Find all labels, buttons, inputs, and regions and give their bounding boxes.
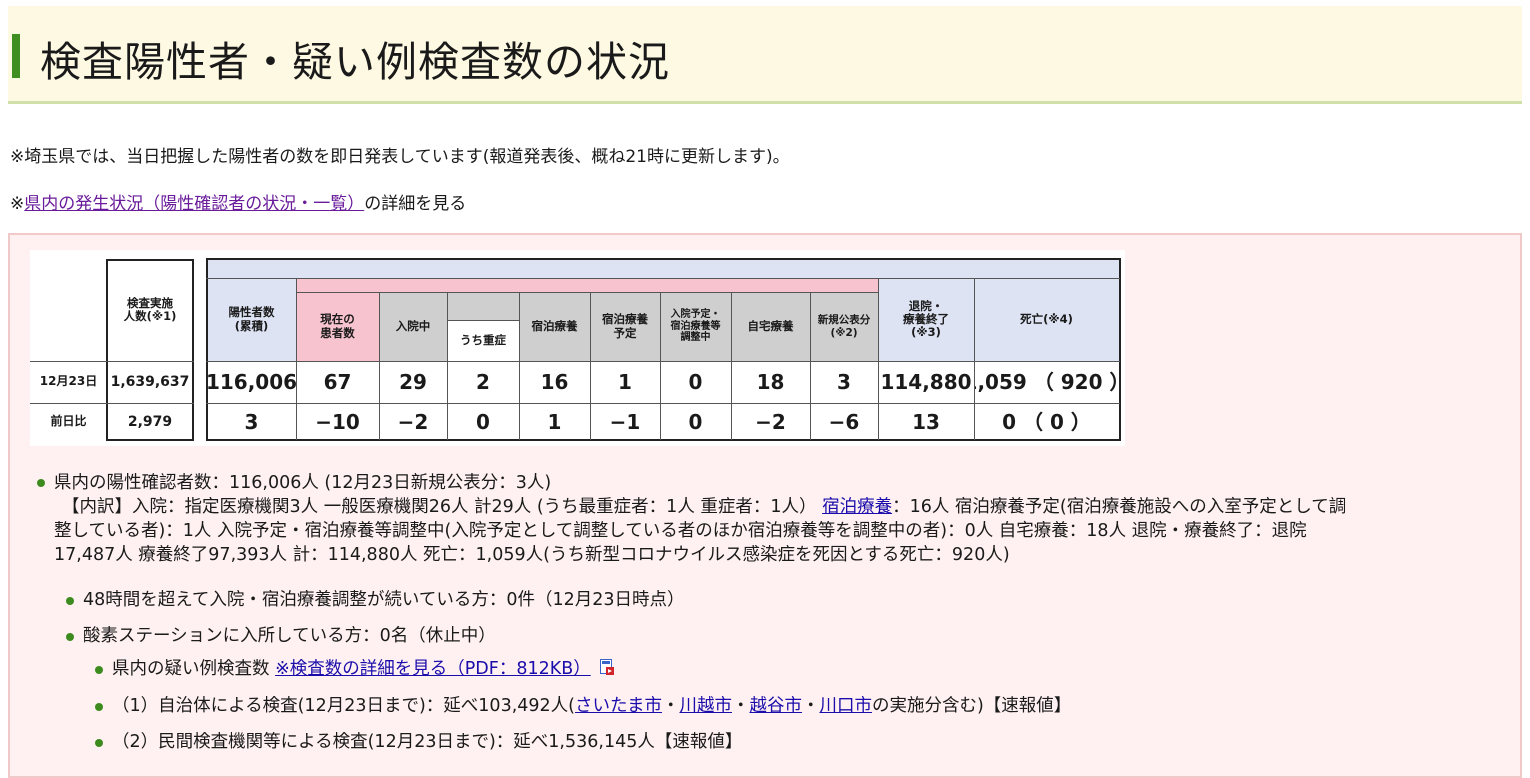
bullet-dot <box>66 633 74 641</box>
local-pre: （1）自治体による検査(12月23日まで)：延べ103,492人( <box>112 696 575 716</box>
header-hotel-plan: 宿泊療養 予定 <box>590 292 660 361</box>
breakdown-line2: 整している者)：1人 入院予定・宿泊療養等調整中(入院予定として調整している者の… <box>54 521 1307 541</box>
test-details-pdf-link[interactable]: ※検査数の詳細を見る（PDF：812KB） <box>275 659 591 679</box>
table-top-band <box>207 259 1119 278</box>
bullet-dot <box>95 666 103 674</box>
cell-severe-diff: 0 <box>476 409 490 434</box>
cell-hotel-plan: 1 <box>618 369 632 394</box>
bullet-dot <box>66 597 74 605</box>
cell-positives-diff: 3 <box>244 409 259 434</box>
update-note: ※埼玉県では、当日把握した陽性者の数を即日発表しています(報道発表後、概ね21時… <box>10 147 790 167</box>
suspected-tests-item: 県内の疑い例検査数 ※検査数の詳細を見る（PDF：812KB） <box>112 657 615 681</box>
cell-recovered: 114,880 <box>880 369 972 394</box>
breakdown-line3: 17,487人 療養終了97,393人 計：114,880人 死亡：1,059人… <box>54 545 1010 565</box>
bullet-dot <box>37 479 45 487</box>
page-heading: 検査陽性者・疑い例検査数の状況 <box>8 6 1522 104</box>
header-hospital-upper <box>447 292 519 320</box>
kawagoe-city-link[interactable]: 川越市 <box>679 696 732 716</box>
current-patients-band <box>296 278 878 292</box>
hotel-recuperation-link[interactable]: 宿泊療養 <box>822 497 892 517</box>
koshigaya-city-link[interactable]: 越谷市 <box>749 696 802 716</box>
header-recovered: 退院・ 療養終了 (※3) <box>878 278 974 361</box>
cell-hospital: 29 <box>399 369 427 394</box>
row-label-diff: 前日比 <box>50 414 87 429</box>
cell-new-unpublished: 3 <box>837 369 851 394</box>
cell-current-diff: −10 <box>315 409 360 434</box>
header-tests: 検査実施 人数(※1) <box>107 259 193 361</box>
suspected-label: 県内の疑い例検査数 <box>112 659 276 679</box>
cell-tests-diff: 2,979 <box>127 413 173 430</box>
pdf-icon[interactable] <box>600 659 615 676</box>
header-home: 自宅療養 <box>731 292 810 361</box>
cell-deaths-diff: 0 （ 0 ） <box>1002 409 1091 434</box>
header-new-unpublished: 新規公表分 (※2) <box>810 292 878 361</box>
row-label-date: 12月23日 <box>39 374 98 389</box>
header-current: 現在の 患者数 <box>296 292 379 361</box>
cell-home-diff: −2 <box>755 409 786 434</box>
saitama-city-link[interactable]: さいたま市 <box>575 696 662 716</box>
summary-item: 県内の陽性確認者数：116,006人 (12月23日新規公表分：3人) 【内訳】… <box>54 471 1504 567</box>
cell-recovered-diff: 13 <box>912 409 940 434</box>
summary-line1: 県内の陽性確認者数：116,006人 (12月23日新規公表分：3人) <box>54 473 552 493</box>
bullet-dot <box>95 703 103 711</box>
cell-tests: 1,639,637 <box>110 373 190 390</box>
cell-home: 18 <box>756 369 785 394</box>
cell-hospital-diff: −2 <box>397 409 429 434</box>
cell-adjusting: 0 <box>688 369 703 394</box>
cell-hotel-plan-diff: −1 <box>609 409 641 434</box>
page-title: 検査陽性者・疑い例検査数の状況 <box>40 38 670 86</box>
local-government-tests-item: （1）自治体による検査(12月23日まで)：延べ103,492人(さいたま市・川… <box>112 696 1072 716</box>
kawaguchi-city-link[interactable]: 川口市 <box>819 696 872 716</box>
cell-adjusting-diff: 0 <box>688 409 703 434</box>
detail-link-note: ※県内の発生状況（陽性確認者の状況・一覧）の詳細を見る <box>10 189 466 214</box>
header-deaths: 死亡(※4) <box>974 278 1119 361</box>
cell-new-unpublished-diff: −6 <box>828 409 860 434</box>
breakdown-post1: ：16人 宿泊療養予定(宿泊療養施設への入室予定として調 <box>892 497 1347 517</box>
note-suffix: の詳細を見る <box>364 194 467 214</box>
heading-accent-bar <box>12 34 20 78</box>
private-lab-tests-item: （2）民間検査機関等による検査(12月23日まで)：延べ1,536,145人【速… <box>112 732 743 752</box>
bullet-dot <box>95 739 103 747</box>
header-hospital: 入院中 <box>379 292 447 361</box>
summary-breakdown: 【内訳】入院：指定医療機関3人 一般医療機関26人 計29人 (うち最重症者：1… <box>62 495 1504 519</box>
header-adjusting: 入院予定・ 宿泊療養等 調整中 <box>660 292 731 361</box>
cell-severe: 2 <box>476 369 490 394</box>
cell-hotel: 16 <box>540 369 569 394</box>
outbreak-status-link[interactable]: 県内の発生状況（陽性確認者の状況・一覧） <box>24 194 364 214</box>
adjusting-48h-item: 48時間を超えて入院・宿泊療養調整が続いている方：0件（12月23日時点） <box>83 590 685 610</box>
oxygen-station-item: 酸素ステーションに入所している方：0名（休止中） <box>83 626 496 646</box>
cell-positives: 116,006 <box>207 369 296 394</box>
breakdown-pre: 【内訳】入院：指定医療機関3人 一般医療機関26人 計29人 (うち最重症者：1… <box>62 497 823 517</box>
cell-hotel-diff: 1 <box>547 409 562 434</box>
note-prefix: ※ <box>10 194 25 214</box>
cell-deaths: 1,059 （ 920 ） <box>974 369 1119 394</box>
local-post: の実施分含む)【速報値】 <box>871 696 1072 716</box>
header-hotel: 宿泊療養 <box>519 292 590 361</box>
header-severe: うち重症 <box>447 320 519 361</box>
cell-current: 67 <box>323 369 352 394</box>
status-box: 検査実施 人数(※1) 陽性者数 (累積) 現在の 患者数 入院中 うち重症 宿… <box>8 233 1522 778</box>
header-positives: 陽性者数 (累積) <box>207 278 296 361</box>
status-table: 検査実施 人数(※1) 陽性者数 (累積) 現在の 患者数 入院中 うち重症 宿… <box>30 250 1125 446</box>
